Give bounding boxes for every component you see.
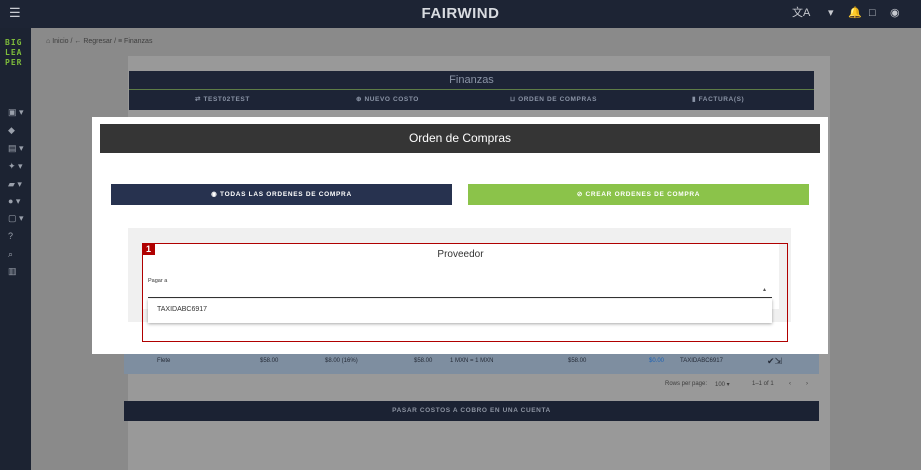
tab-nuevo-costo[interactable]: ⊕ NUEVO COSTO (356, 95, 419, 103)
box-icon[interactable]: ▢ ▾ (8, 213, 24, 223)
finanzas-title: Finanzas (449, 74, 494, 86)
search-icon[interactable]: ⌕ (8, 249, 13, 259)
translate-icon[interactable]: 文A (792, 6, 810, 20)
prev-page-icon[interactable]: ‹ (789, 381, 791, 387)
tab-orden-de-compras[interactable]: ⊔ ORDEN DE COMPRAS (510, 95, 597, 103)
back-icon: ← (74, 38, 82, 45)
document-icon: ▮ (692, 96, 699, 103)
truck-icon[interactable]: ▰ ▾ (8, 179, 22, 189)
breadcrumb-back[interactable]: Regresar (83, 38, 112, 45)
divider (129, 89, 814, 90)
breadcrumb-home[interactable]: Inicio (52, 38, 68, 45)
card-icon[interactable]: ▤ ▾ (8, 143, 24, 153)
annotation-badge: 1 (142, 243, 155, 255)
eye-icon: ◉ (211, 191, 221, 198)
tag-icon[interactable]: ◆ (8, 125, 15, 135)
app-title: FAIRWIND (421, 5, 500, 22)
bell-icon[interactable]: 🔔 (848, 6, 862, 20)
basket-icon: ⊔ (510, 96, 519, 103)
tab-facturas[interactable]: ▮ FACTURA(S) (692, 95, 744, 103)
top-bar: ☰ FAIRWIND 文A ▾ 🔔 □ ◉ (0, 0, 921, 28)
company-logo: BIG LEA PER (5, 38, 23, 67)
rows-per-page-label: Rows per page: (665, 381, 708, 387)
crear-ordenes-button[interactable]: ⊘ CREAR ORDENES DE COMPRA (468, 184, 809, 205)
sidebar (0, 28, 31, 470)
list-icon: ≡ (118, 38, 123, 45)
settings-icon[interactable]: ● ▾ (8, 196, 20, 206)
map-icon[interactable]: ▥ (8, 266, 17, 276)
finanzas-header: Finanzas ⇄ TEST02TEST ⊕ NUEVO COSTO ⊔ OR… (129, 71, 814, 110)
next-page-icon[interactable]: › (806, 381, 808, 387)
pagination-range: 1–1 of 1 (752, 381, 774, 387)
modal-title: Orden de Compras (100, 124, 820, 153)
check-icon[interactable]: ✔⇲ (767, 356, 782, 367)
table-row[interactable]: Flete $58.00 $8.00 (16%) $58.00 1 MXN = … (124, 351, 819, 374)
home-icon: ⌂ (46, 38, 51, 45)
chevron-down-icon[interactable]: ▾ (828, 6, 834, 20)
help-icon[interactable]: ? (8, 231, 13, 241)
clipboard-icon[interactable]: ▣ ▾ (8, 107, 24, 117)
annotation-box (142, 243, 788, 342)
tab-test02test[interactable]: ⇄ TEST02TEST (195, 95, 250, 103)
rows-per-page-select[interactable]: 100 ▾ (715, 381, 730, 388)
breadcrumb: ⌂ Inicio / ← Regresar / ≡ Finanzas (46, 38, 153, 45)
walk-icon[interactable]: ✦ ▾ (8, 161, 23, 171)
breadcrumb-current: Finanzas (124, 38, 153, 45)
pasar-costos-button[interactable]: PASAR COSTOS A COBRO EN UNA CUENTA (124, 401, 819, 421)
chat-icon[interactable]: □ (869, 6, 876, 20)
todas-ordenes-button[interactable]: ◉ TODAS LAS ORDENES DE COMPRA (111, 184, 452, 205)
account-icon[interactable]: ◉ (890, 6, 900, 20)
